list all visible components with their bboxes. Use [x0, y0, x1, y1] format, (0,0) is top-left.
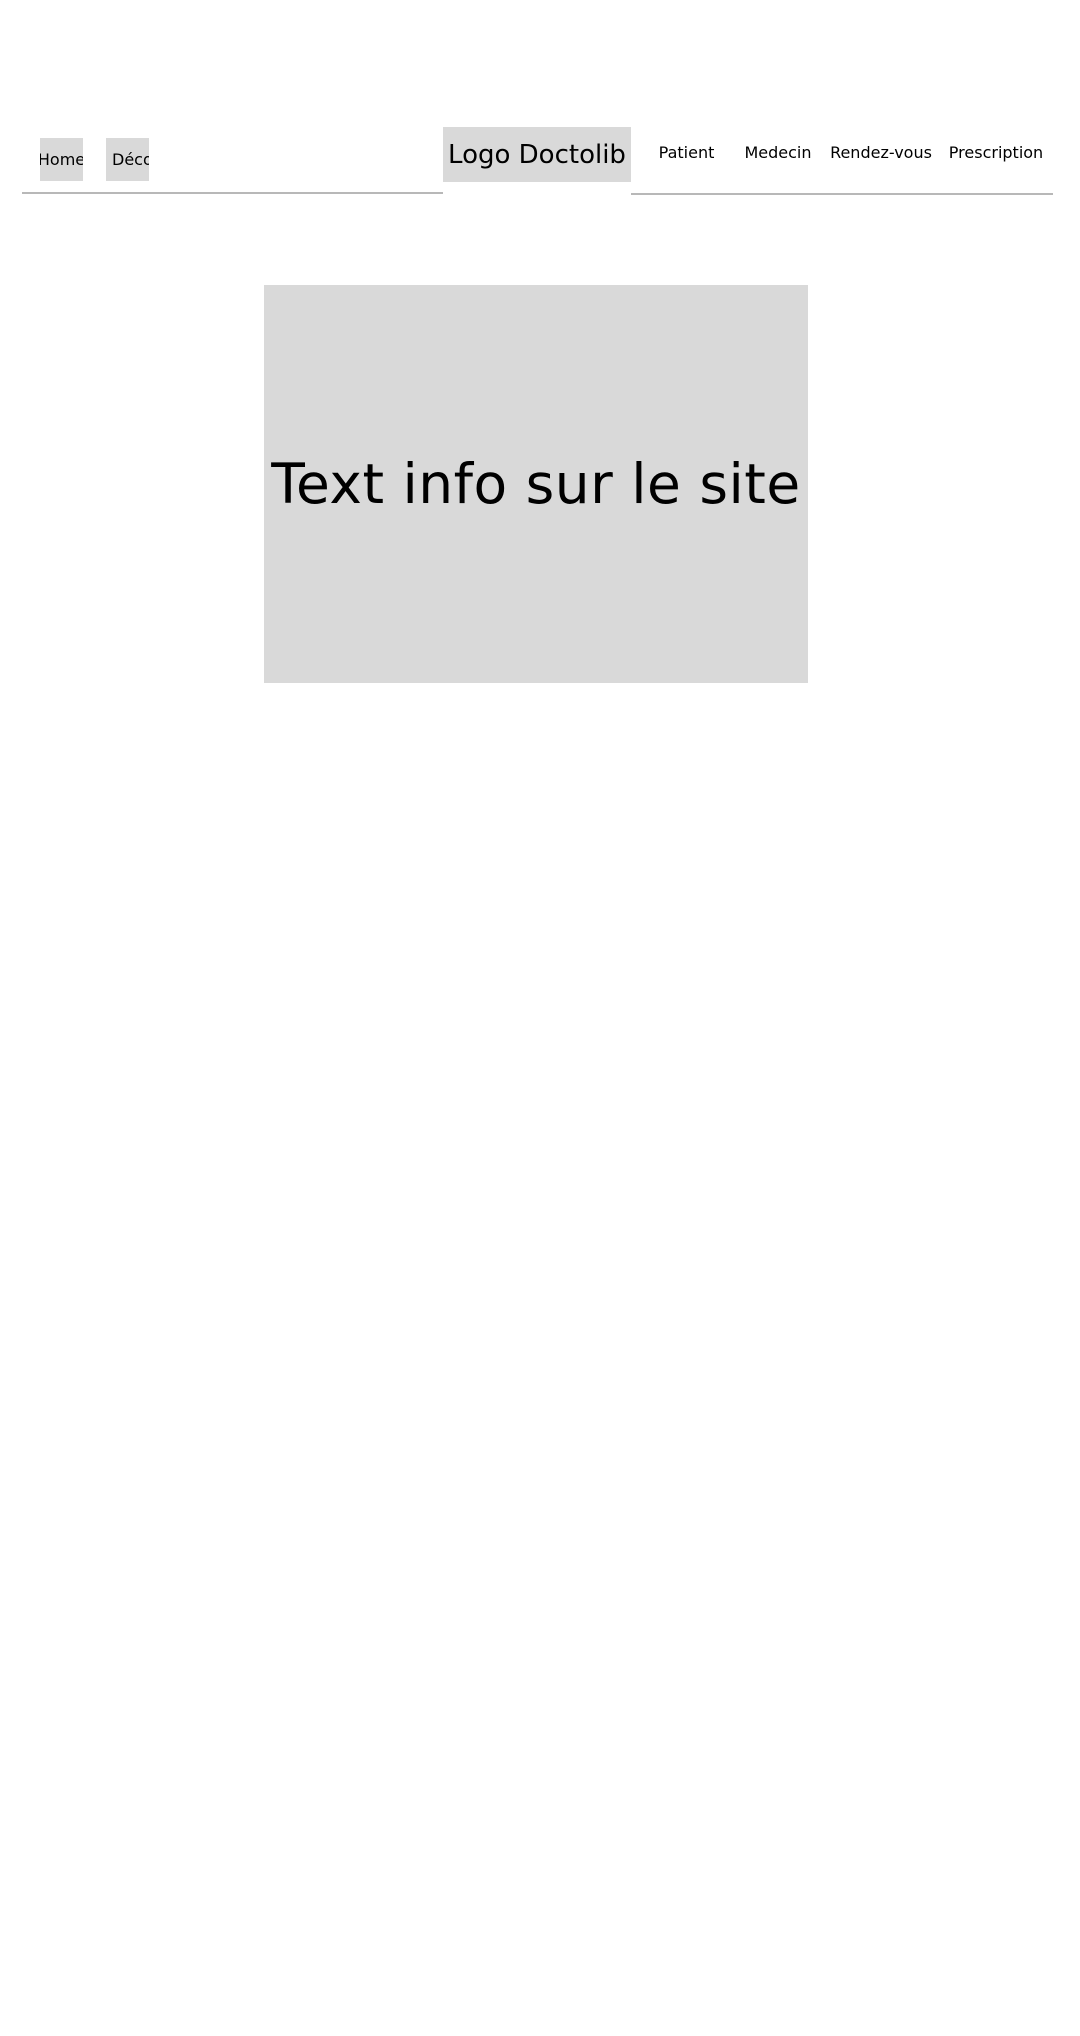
home-button-label: Home [40, 150, 83, 169]
deco-button-label: Déco [112, 150, 149, 169]
hero-text: Text info sur le site [271, 452, 801, 516]
home-button[interactable]: Home [40, 138, 83, 181]
site-logo-label: Logo Doctolib [448, 139, 626, 170]
header-divider-left [22, 192, 443, 194]
site-logo[interactable]: Logo Doctolib [443, 127, 631, 182]
nav-link-patient[interactable]: Patient [653, 142, 720, 164]
nav-link-rendez-vous[interactable]: Rendez-vous [830, 142, 932, 164]
deco-button[interactable]: Déco [106, 138, 149, 181]
nav-link-medecin[interactable]: Medecin [743, 142, 813, 164]
header-divider-right [631, 193, 1053, 195]
nav-link-prescription[interactable]: Prescription [948, 142, 1044, 164]
hero-info-panel: Text info sur le site [264, 285, 808, 683]
